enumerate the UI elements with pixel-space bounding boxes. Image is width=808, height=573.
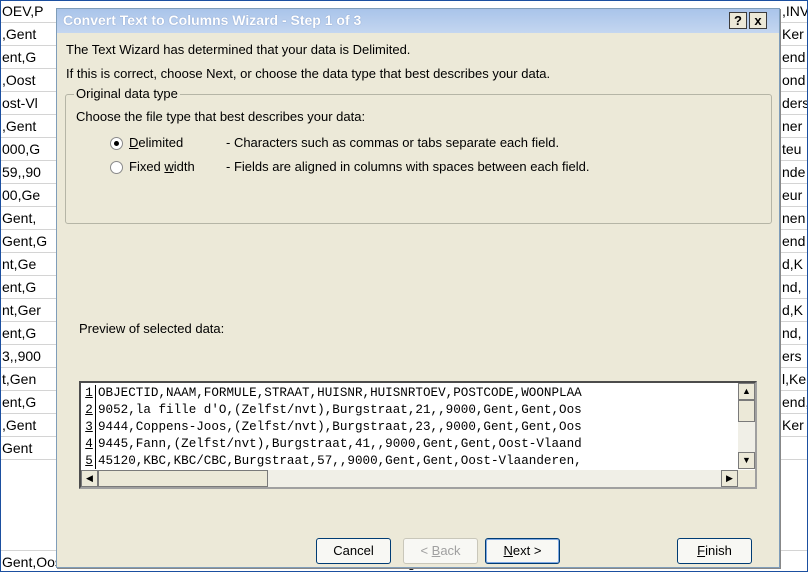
sheet-cell[interactable]: ent,G xyxy=(0,391,56,414)
preview-line: 2 9052,la fille d'O,(Zelfst/nvt),Burgstra… xyxy=(83,402,733,419)
sheet-cell[interactable]: end xyxy=(780,230,808,253)
sheet-cell[interactable]: eur xyxy=(780,184,808,207)
sheet-cell[interactable]: d,K xyxy=(780,299,808,322)
radio-fixed-width-label[interactable]: Fixed width xyxy=(129,159,195,174)
sheet-cell[interactable]: ers xyxy=(780,345,808,368)
radio-delimited[interactable] xyxy=(110,137,123,150)
scroll-down-icon[interactable]: ▼ xyxy=(738,452,755,469)
radio-delimited-label[interactable]: Delimited xyxy=(129,135,183,150)
scrollbar-corner xyxy=(738,470,755,487)
radio-fixed-width-description: - Fields are aligned in columns with spa… xyxy=(226,159,590,174)
sheet-cell[interactable]: nde xyxy=(780,161,808,184)
sheet-cell[interactable]: ent,G xyxy=(0,276,56,299)
preview-lines: 1 OBJECTID,NAAM,FORMULE,STRAAT,HUISNR,HUI… xyxy=(83,385,733,469)
preview-line: 5 45120,KBC,KBC/CBC,Burgstraat,57,,9000,G… xyxy=(83,453,733,469)
preview-line-text: 9052,la fille d'O,(Zelfst/nvt),Burgstraa… xyxy=(98,403,582,417)
sheet-cell[interactable]: nd, xyxy=(780,322,808,345)
sheet-left-column: OEV,P ,Gent ent,G ,Oost ost-Vl ,Gent 000… xyxy=(0,0,56,460)
sheet-cell[interactable]: Gent xyxy=(0,437,56,460)
sheet-cell[interactable]: end, xyxy=(780,391,808,414)
scroll-up-icon[interactable]: ▲ xyxy=(738,383,755,400)
radio-delimited-description: - Characters such as commas or tabs sepa… xyxy=(226,135,560,150)
sheet-cell[interactable]: ,Gent xyxy=(0,414,56,437)
sheet-cell[interactable] xyxy=(780,437,808,460)
sheet-cell[interactable]: 000,G xyxy=(0,138,56,161)
dialog-title: Convert Text to Columns Wizard - Step 1 … xyxy=(63,12,362,28)
preview-line-text: 9444,Coppens-Joos,(Zelfst/nvt),Burgstraa… xyxy=(98,420,582,434)
sheet-cell[interactable]: ond xyxy=(780,69,808,92)
sheet-cell[interactable]: ,Oost xyxy=(0,69,56,92)
sheet-cell[interactable]: OEV,P xyxy=(0,0,56,23)
preview-line-number: 4 xyxy=(83,436,96,453)
preview-line-number: 1 xyxy=(83,385,96,402)
radio-fixed-width[interactable] xyxy=(110,161,123,174)
sheet-cell[interactable]: 3,,900 xyxy=(0,345,56,368)
preview-line-number: 3 xyxy=(83,419,96,436)
sheet-cell[interactable]: Ker xyxy=(780,23,808,46)
sheet-cell[interactable]: ner xyxy=(780,115,808,138)
original-data-type-group: Original data type Choose the file type … xyxy=(65,86,772,224)
preview-line: 4 9445,Fann,(Zelfst/nvt),Burgstraat,41,,9… xyxy=(83,436,733,453)
sheet-cell[interactable]: Gent,G xyxy=(0,230,56,253)
sheet-cell[interactable]: teu xyxy=(780,138,808,161)
preview-line: 1 OBJECTID,NAAM,FORMULE,STRAAT,HUISNR,HUI… xyxy=(83,385,733,402)
finish-button[interactable]: Finish xyxy=(677,538,752,564)
group-title: Original data type xyxy=(74,86,180,101)
sheet-cell[interactable]: t,Gen xyxy=(0,368,56,391)
preview-line-text: 9445,Fann,(Zelfst/nvt),Burgstraat,41,,90… xyxy=(98,437,582,451)
sheet-cell[interactable]: Gent, xyxy=(0,207,56,230)
sheet-cell[interactable]: nt,Ge xyxy=(0,253,56,276)
sheet-cell[interactable]: ost-Vl xyxy=(0,92,56,115)
preview-line-text: OBJECTID,NAAM,FORMULE,STRAAT,HUISNR,HUIS… xyxy=(98,386,582,400)
data-preview-box[interactable]: 1 OBJECTID,NAAM,FORMULE,STRAAT,HUISNR,HUI… xyxy=(79,381,757,489)
preview-horizontal-scrollbar[interactable]: ◀ ▶ xyxy=(81,470,738,487)
vertical-scroll-thumb[interactable] xyxy=(738,400,755,422)
cancel-button[interactable]: Cancel xyxy=(316,538,391,564)
dialog-titlebar[interactable]: Convert Text to Columns Wizard - Step 1 … xyxy=(57,9,779,33)
preview-label: Preview of selected data: xyxy=(79,321,225,336)
sheet-cell[interactable]: 59,,90 xyxy=(0,161,56,184)
sheet-right-column: ,INV Ker end ond ders ner teu nde eur ne… xyxy=(780,0,808,460)
sheet-cell[interactable]: nd, xyxy=(780,276,808,299)
sheet-cell[interactable]: ent,G xyxy=(0,322,56,345)
scroll-left-icon[interactable]: ◀ xyxy=(81,470,98,487)
sheet-cell[interactable]: ent,G xyxy=(0,46,56,69)
group-prompt: Choose the file type that best describes… xyxy=(76,109,366,124)
help-button[interactable]: ? xyxy=(729,12,747,29)
sheet-cell[interactable]: nt,Ger xyxy=(0,299,56,322)
sheet-cell[interactable]: ders xyxy=(780,92,808,115)
sheet-cell[interactable]: Ker xyxy=(780,414,808,437)
sheet-cell[interactable]: ,Gent xyxy=(0,115,56,138)
preview-vertical-scrollbar[interactable]: ▲ ▼ xyxy=(738,383,755,469)
next-button[interactable]: Next > xyxy=(485,538,560,564)
preview-line-text: 45120,KBC,KBC/CBC,Burgstraat,57,,9000,Ge… xyxy=(98,454,582,468)
sheet-cell[interactable]: end xyxy=(780,46,808,69)
intro-text-2: If this is correct, choose Next, or choo… xyxy=(66,66,551,81)
sheet-cell[interactable]: ,INV xyxy=(780,0,808,23)
sheet-cell[interactable]: nen xyxy=(780,207,808,230)
intro-text-1: The Text Wizard has determined that your… xyxy=(66,42,411,57)
preview-line-number: 5 xyxy=(83,453,96,469)
scroll-right-icon[interactable]: ▶ xyxy=(721,470,738,487)
preview-line-number: 2 xyxy=(83,402,96,419)
horizontal-scroll-thumb[interactable] xyxy=(98,470,268,487)
back-button[interactable]: < Back xyxy=(403,538,478,564)
preview-line: 3 9444,Coppens-Joos,(Zelfst/nvt),Burgstra… xyxy=(83,419,733,436)
sheet-cell[interactable]: 00,Ge xyxy=(0,184,56,207)
sheet-cell[interactable]: d,K xyxy=(780,253,808,276)
sheet-cell[interactable]: l,Ke xyxy=(780,368,808,391)
close-button[interactable]: x xyxy=(749,12,767,29)
text-to-columns-dialog: Convert Text to Columns Wizard - Step 1 … xyxy=(56,8,780,568)
sheet-cell[interactable]: ,Gent xyxy=(0,23,56,46)
